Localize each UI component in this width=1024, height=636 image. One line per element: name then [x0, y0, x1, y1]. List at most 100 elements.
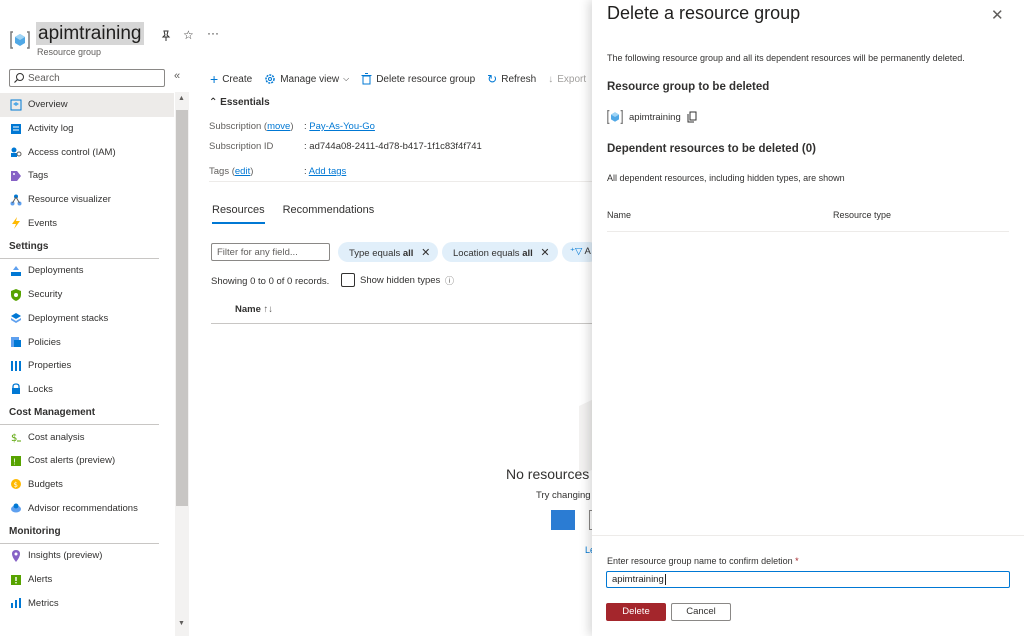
favorite-star-icon[interactable]: ☆ [183, 28, 194, 42]
sidebar-item-resource-visualizer[interactable]: Resource visualizer [0, 188, 174, 212]
close-icon[interactable]: ✕ [991, 6, 1004, 24]
create-button[interactable]: + Create [210, 71, 252, 87]
confirm-name-label: Enter resource group name to confirm del… [607, 556, 799, 566]
content-tabs: Resources Recommendations [212, 204, 374, 224]
delete-button[interactable]: Delete [606, 603, 666, 621]
panel-footer-divider [592, 535, 1024, 536]
tags-label: Tags (edit) [209, 166, 254, 177]
export-label: Export [557, 73, 587, 85]
page-header: apimtraining Resource group ☆ ··· [0, 0, 592, 66]
sidebar-item-insights[interactable]: Insights (preview) [0, 544, 174, 568]
delete-resource-group-button[interactable]: Delete resource group [361, 71, 475, 87]
more-options-icon[interactable]: ··· [207, 26, 219, 40]
sidebar-item-cost-analysis[interactable]: $ Cost analysis [0, 425, 174, 449]
collapse-sidebar-icon[interactable]: « [174, 70, 180, 82]
confirm-name-input[interactable]: apimtraining [606, 571, 1010, 588]
location-filter-pill[interactable]: Location equals all ✕ [442, 242, 558, 262]
sidebar-item-deployments[interactable]: Deployments [0, 259, 174, 283]
scroll-up-icon[interactable]: ▲ [178, 95, 185, 102]
search-icon [14, 73, 24, 83]
sidebar-item-label: Events [28, 217, 58, 229]
type-filter-label: Type equals [349, 248, 401, 259]
pin-icon[interactable] [160, 30, 172, 42]
page-subtitle: Resource group [37, 47, 102, 57]
insights-icon [12, 549, 20, 562]
sidebar-scrollbar[interactable]: ▲ ▼ [175, 92, 189, 636]
copy-icon[interactable] [687, 111, 697, 123]
sidebar-group-settings[interactable]: Settings [0, 235, 159, 260]
metrics-icon [11, 598, 21, 609]
export-button[interactable]: ↓ Export [548, 71, 586, 87]
records-count: Showing 0 to 0 of 0 records. [211, 276, 330, 287]
filter-input[interactable]: Filter for any field... [211, 243, 330, 261]
subscription-value: : Pay-As-You-Go [304, 121, 375, 132]
sidebar-item-cost-alerts[interactable]: ! Cost alerts (preview) [0, 449, 174, 473]
learn-more-link[interactable]: Le [585, 545, 592, 555]
sidebar-item-iam[interactable]: Access control (IAM) [0, 140, 174, 164]
tab-recommendations[interactable]: Recommendations [283, 204, 375, 224]
refresh-icon: ↻ [487, 72, 498, 86]
show-hidden-types-checkbox[interactable] [341, 273, 355, 287]
name-column-label: Name [235, 304, 261, 315]
svg-text:$: $ [14, 481, 18, 489]
cost-alert-icon: ! [11, 455, 21, 466]
alerts-icon [11, 574, 21, 585]
rg-to-delete-item: apimtraining [607, 109, 697, 125]
sidebar-item-locks[interactable]: Locks [0, 378, 174, 402]
sidebar-item-policies[interactable]: Policies [0, 330, 174, 354]
manage-view-label: Manage view [280, 73, 340, 85]
add-tags-link[interactable]: Add tags [309, 166, 347, 177]
sidebar-item-label: Access control (IAM) [28, 146, 116, 158]
add-filter-icon: ⁺▽ [570, 246, 583, 257]
manage-view-button[interactable]: Manage view ⌵ [264, 71, 349, 87]
sidebar-group-cost-management[interactable]: Cost Management [0, 401, 159, 426]
sidebar-group-monitoring[interactable]: Monitoring [0, 520, 159, 544]
close-icon[interactable]: ✕ [540, 247, 549, 259]
sidebar-item-label: Overview [28, 99, 68, 111]
sidebar-item-metrics[interactable]: Metrics [0, 591, 174, 615]
subscription-id-text: ad744a08-2411-4d78-b417-1f1c83f4f741 [309, 141, 482, 152]
sidebar-item-overview[interactable]: Overview [0, 93, 174, 117]
download-icon: ↓ [548, 73, 554, 85]
add-filter-label: A [584, 246, 591, 257]
sidebar-item-label: Resource visualizer [28, 194, 111, 206]
command-bar: + Create Manage view ⌵ Delete resource g… [210, 71, 586, 87]
scroll-down-icon[interactable]: ▼ [178, 620, 185, 627]
info-icon[interactable]: ⓘ [445, 274, 454, 287]
edit-tags-link[interactable]: edit [235, 166, 250, 177]
svg-text:!: ! [13, 457, 16, 466]
sidebar-item-budgets[interactable]: $ Budgets [0, 473, 174, 497]
close-icon[interactable]: ✕ [421, 247, 430, 259]
type-filter-pill[interactable]: Type equals all ✕ [338, 242, 439, 262]
tags-value: : Add tags [304, 166, 347, 177]
rg-to-delete-name: apimtraining [629, 111, 681, 123]
sidebar-item-events[interactable]: Events [0, 211, 174, 235]
empty-state-hint: Try changing [536, 490, 591, 501]
sidebar-item-label: Locks [28, 383, 53, 395]
sidebar-item-deployment-stacks[interactable]: Deployment stacks [0, 307, 174, 331]
scrollbar-thumb[interactable] [176, 110, 188, 506]
sidebar-item-security[interactable]: Security [0, 283, 174, 307]
add-filter-pill[interactable]: ⁺▽ A [562, 242, 592, 262]
stacks-icon [11, 313, 21, 324]
panel-name-column-header[interactable]: Name [607, 210, 631, 220]
visualizer-icon [10, 194, 22, 206]
sidebar-item-properties[interactable]: Properties [0, 354, 174, 378]
name-column-header[interactable]: Name ↑↓ [235, 304, 273, 315]
sidebar-search-input[interactable]: Search [9, 69, 165, 87]
location-filter-value: all [522, 248, 533, 259]
refresh-button[interactable]: ↻ Refresh [487, 71, 536, 87]
empty-state-primary-button[interactable] [551, 510, 575, 530]
panel-type-column-header[interactable]: Resource type [833, 210, 891, 220]
move-link[interactable]: move [267, 121, 290, 132]
delete-resource-group-panel: Delete a resource group ✕ The following … [592, 0, 1024, 636]
sidebar-item-tags[interactable]: Tags [0, 164, 174, 188]
essentials-toggle[interactable]: ⌃ Essentials [209, 97, 270, 108]
cancel-button[interactable]: Cancel [671, 603, 731, 621]
sidebar-item-alerts[interactable]: Alerts [0, 568, 174, 592]
subscription-link[interactable]: Pay-As-You-Go [309, 121, 375, 132]
sidebar-item-activity-log[interactable]: Activity log [0, 117, 174, 141]
sidebar-item-advisor-recommendations[interactable]: Advisor recommendations [0, 496, 174, 520]
page-title: apimtraining [36, 22, 144, 45]
tab-resources[interactable]: Resources [212, 204, 265, 224]
